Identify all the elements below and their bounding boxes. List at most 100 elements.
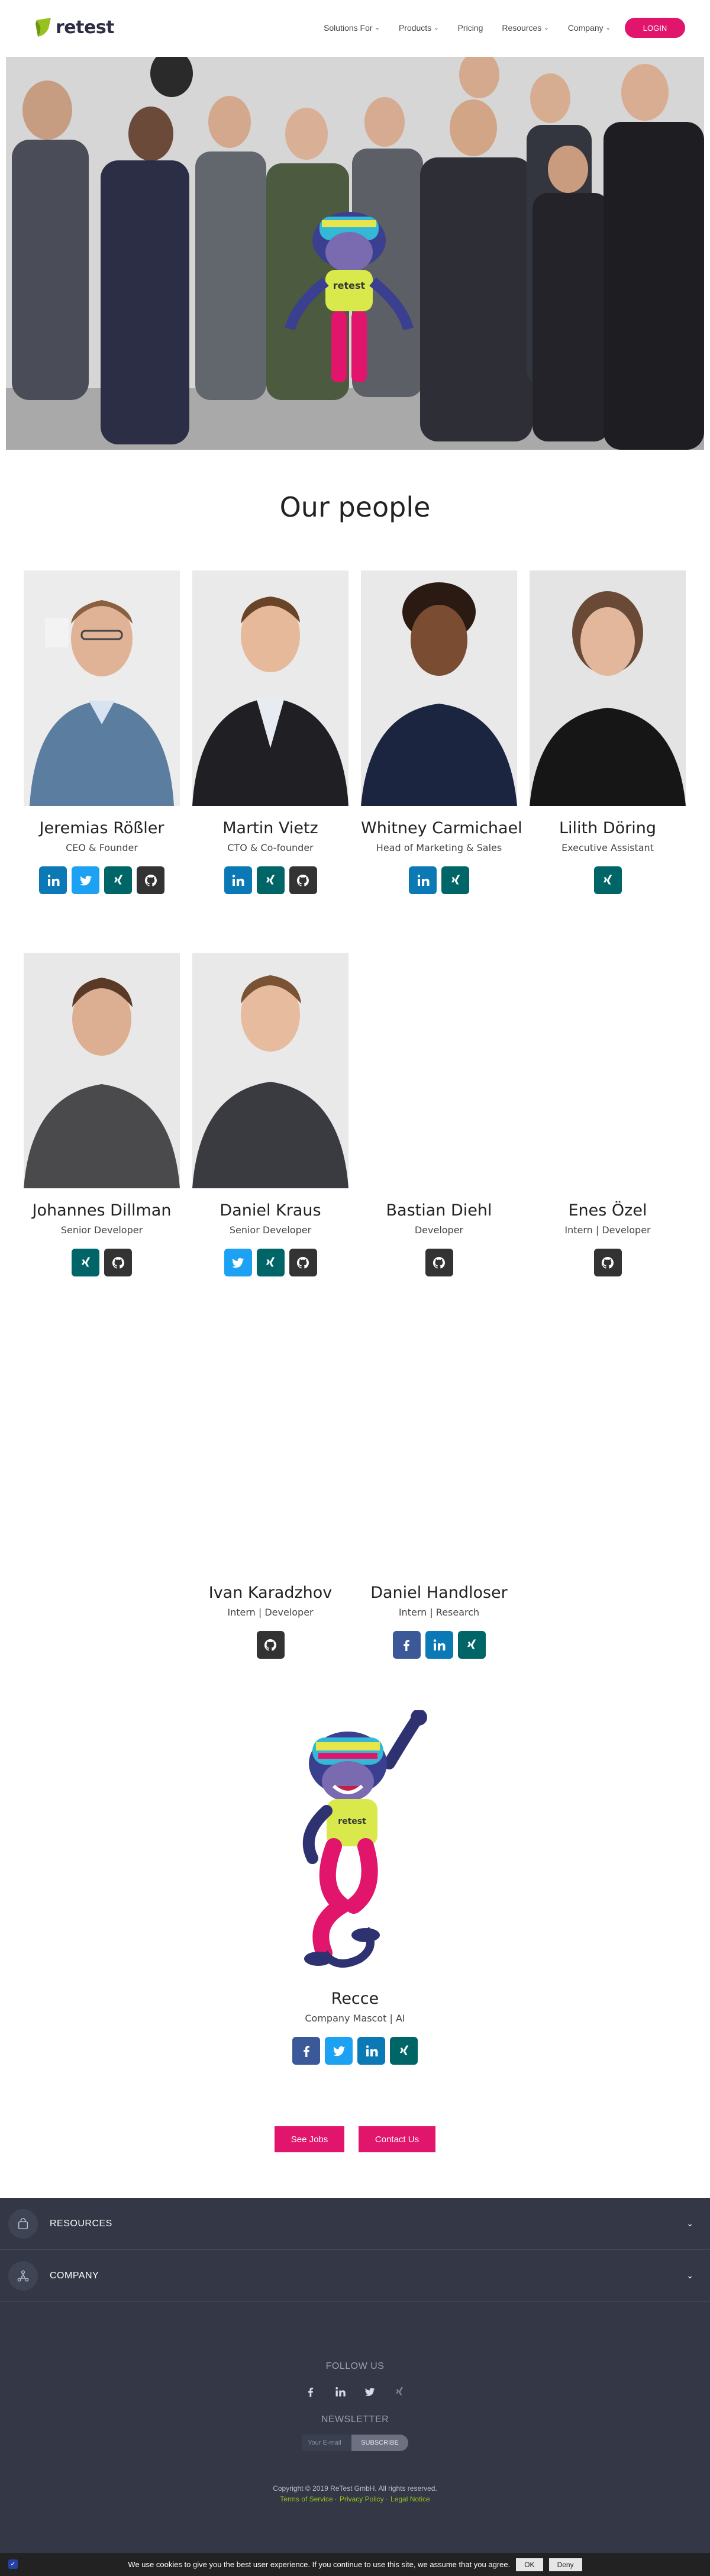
logo-text: retest bbox=[56, 17, 115, 38]
retest-logo[interactable]: retest bbox=[34, 15, 115, 39]
team-photo bbox=[24, 570, 180, 806]
nav-pricing[interactable]: Pricing bbox=[458, 23, 483, 33]
team-card: Enes Özel Intern | Developer bbox=[530, 953, 686, 1276]
team-member-role: Senior Developer bbox=[229, 1224, 312, 1236]
xing-icon[interactable] bbox=[457, 1631, 486, 1659]
mascot-card: retest Recce Company Mascot | AI bbox=[277, 1710, 433, 2065]
nav-solutions-for-label: Solutions For bbox=[324, 23, 373, 33]
team-member-name: Lilith Döring bbox=[559, 819, 656, 837]
newsletter-form: SUBSCRIBE bbox=[0, 2435, 710, 2451]
team-member-name: Whitney Carmichael bbox=[361, 819, 522, 837]
twitter-icon[interactable] bbox=[224, 1249, 252, 1276]
cookie-bar: ✓ We use cookies to give you the best us… bbox=[0, 2553, 710, 2576]
github-icon[interactable] bbox=[256, 1631, 285, 1659]
team-member-role: Intern | Developer bbox=[227, 1607, 314, 1618]
contact-us-button[interactable]: Contact Us bbox=[359, 2126, 435, 2152]
xing-icon[interactable] bbox=[256, 1249, 285, 1276]
checkmark-icon[interactable]: ✓ bbox=[8, 2559, 18, 2569]
nav-solutions-for[interactable]: Solutions For ⌄ bbox=[324, 23, 380, 33]
team-card: Bastian Diehl Developer bbox=[361, 953, 517, 1276]
chevron-down-icon: ⌄ bbox=[544, 24, 549, 31]
team-member-role: CEO & Founder bbox=[66, 842, 138, 853]
follow-icons bbox=[0, 2385, 710, 2399]
team-photo-empty bbox=[361, 1335, 517, 1571]
team-photo bbox=[361, 570, 517, 806]
team-photo-empty bbox=[192, 1335, 348, 1571]
chevron-down-icon: ⌄ bbox=[686, 2219, 693, 2228]
footer-accordion-label: RESOURCES bbox=[50, 2218, 112, 2229]
link-separator: · bbox=[334, 2495, 337, 2503]
newsletter-email-input[interactable] bbox=[302, 2435, 352, 2451]
team-member-name: Daniel Kraus bbox=[220, 1201, 321, 1220]
follow-us-heading: FOLLOW US bbox=[325, 2361, 385, 2371]
nav-company[interactable]: Company ⌄ bbox=[568, 23, 611, 33]
facebook-icon[interactable] bbox=[392, 1631, 421, 1659]
xing-icon[interactable] bbox=[441, 866, 469, 894]
cookie-text: We use cookies to give you the best user… bbox=[128, 2560, 511, 2569]
login-button[interactable]: LOGIN bbox=[625, 18, 685, 38]
team-member-role: Senior Developer bbox=[60, 1224, 143, 1236]
subscribe-button[interactable]: SUBSCRIBE bbox=[351, 2435, 408, 2451]
see-jobs-button[interactable]: See Jobs bbox=[275, 2126, 344, 2152]
svg-text:retest: retest bbox=[333, 280, 366, 291]
team-card: Ivan Karadzhov Intern | Developer bbox=[192, 1335, 348, 1659]
legal-notice-link[interactable]: Legal Notice bbox=[390, 2495, 430, 2503]
team-member-name: Daniel Handloser bbox=[370, 1584, 508, 1602]
linkedin-icon[interactable] bbox=[357, 2037, 385, 2065]
twitter-icon[interactable] bbox=[363, 2385, 377, 2399]
legal-links: Terms of Service · Privacy Policy · Legal … bbox=[0, 2495, 710, 2503]
xing-icon[interactable] bbox=[72, 1249, 99, 1276]
nav-resources[interactable]: Resources ⌄ bbox=[502, 23, 548, 33]
xing-icon[interactable] bbox=[390, 2037, 418, 2065]
mascot-role: Company Mascot | AI bbox=[305, 2013, 405, 2024]
copyright-text: Copyright © 2019 ReTest GmbH. All rights… bbox=[273, 2484, 437, 2493]
bag-icon bbox=[8, 2209, 38, 2239]
github-icon[interactable] bbox=[425, 1249, 453, 1276]
github-icon[interactable] bbox=[104, 1249, 132, 1276]
xing-icon[interactable] bbox=[593, 866, 622, 894]
footer-accordion-company[interactable]: COMPANY ⌄ bbox=[0, 2250, 710, 2302]
github-icon[interactable] bbox=[289, 1249, 317, 1276]
mascot-illustration: retest bbox=[302, 1710, 427, 1968]
newsletter-heading: NEWSLETTER bbox=[321, 2414, 389, 2425]
page-title: Our people bbox=[279, 491, 431, 523]
linkedin-icon[interactable] bbox=[333, 2385, 347, 2399]
chevron-down-icon: ⌄ bbox=[605, 24, 611, 31]
linkedin-icon[interactable] bbox=[409, 866, 437, 894]
xing-icon[interactable] bbox=[392, 2385, 406, 2399]
team-member-name: Enes Özel bbox=[568, 1201, 647, 1220]
mascot-socials bbox=[277, 2037, 433, 2065]
team-photo bbox=[530, 570, 686, 806]
github-icon[interactable] bbox=[593, 1249, 622, 1276]
xing-icon[interactable] bbox=[104, 866, 132, 894]
team-photo bbox=[192, 953, 348, 1188]
facebook-icon[interactable] bbox=[304, 2385, 318, 2399]
xing-icon[interactable] bbox=[256, 866, 285, 894]
linkedin-icon[interactable] bbox=[224, 866, 252, 894]
team-card: Johannes Dillman Senior Developer bbox=[24, 953, 180, 1276]
team-member-name: Ivan Karadzhov bbox=[208, 1584, 333, 1602]
team-member-role: CTO & Co-founder bbox=[227, 842, 314, 853]
team-card: Martin Vietz CTO & Co-founder bbox=[192, 570, 348, 894]
cookie-ok-button[interactable]: OK bbox=[516, 2558, 543, 2571]
linkedin-icon[interactable] bbox=[425, 1631, 453, 1659]
link-separator: · bbox=[385, 2495, 388, 2503]
linkedin-icon[interactable] bbox=[39, 866, 67, 894]
footer-accordion-resources[interactable]: RESOURCES ⌄ bbox=[0, 2198, 710, 2250]
twitter-icon[interactable] bbox=[325, 2037, 353, 2065]
site-footer: RESOURCES ⌄ COMPANY ⌄ FOLLOW US NEWSLETT… bbox=[0, 2198, 710, 2553]
terms-of-service-link[interactable]: Terms of Service bbox=[280, 2495, 333, 2503]
cookie-deny-button[interactable]: Deny bbox=[548, 2558, 582, 2571]
privacy-policy-link[interactable]: Privacy Policy bbox=[340, 2495, 384, 2503]
svg-text:retest: retest bbox=[338, 1817, 366, 1826]
github-icon[interactable] bbox=[289, 866, 317, 894]
github-icon[interactable] bbox=[137, 866, 164, 894]
team-socials bbox=[361, 1249, 517, 1276]
facebook-icon[interactable] bbox=[292, 2037, 320, 2065]
team-card: Jeremias Rößler CEO & Founder bbox=[24, 570, 180, 894]
twitter-icon[interactable] bbox=[72, 866, 99, 894]
team-photo-empty bbox=[361, 953, 517, 1188]
nav-products[interactable]: Products ⌄ bbox=[399, 23, 439, 33]
nav-company-label: Company bbox=[567, 23, 604, 33]
nav-products-label: Products bbox=[398, 23, 432, 33]
